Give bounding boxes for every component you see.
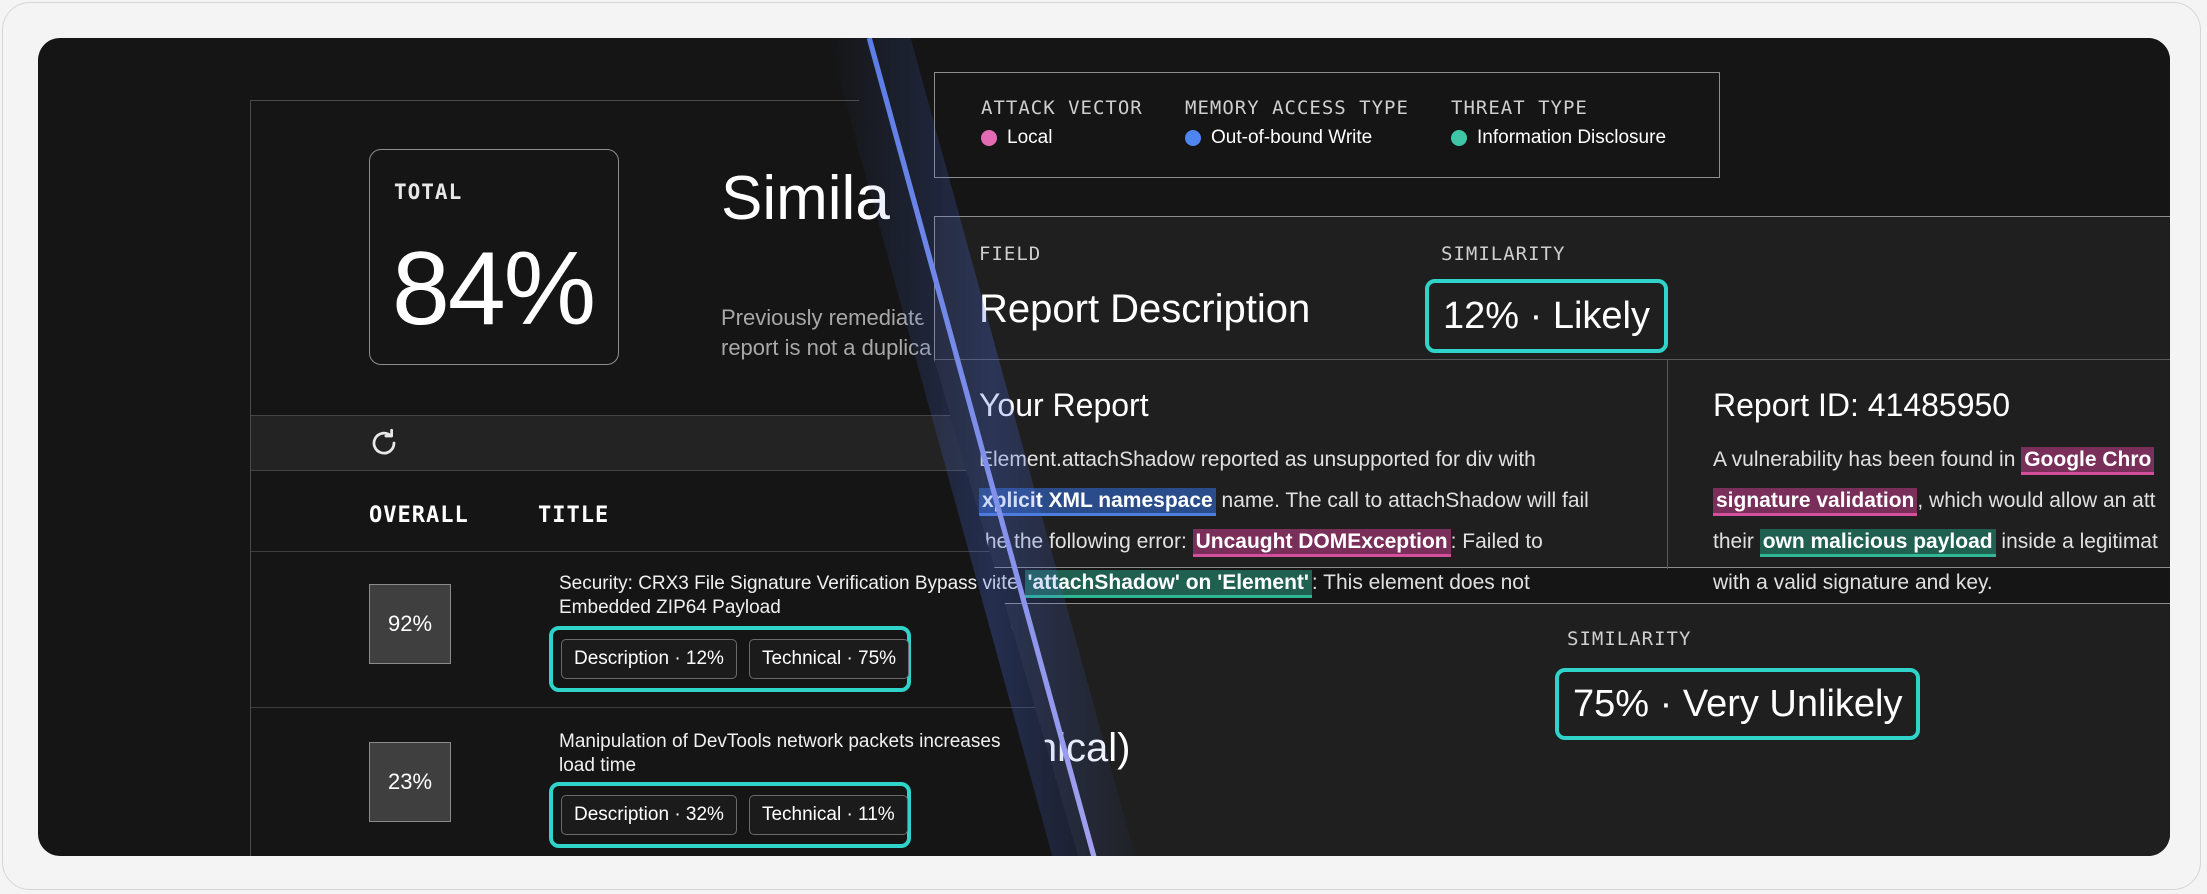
table-row[interactable]: 23% Manipulation of DevTools network pac… xyxy=(251,707,1091,856)
legend-value-text: Out-of-bound Write xyxy=(1211,127,1373,148)
legend-head: MEMORY ACCESS TYPE xyxy=(1185,97,1409,119)
report-description-comparison: FIELD SIMILARITY Report Description 12% … xyxy=(934,216,2170,635)
description-chip[interactable]: Description · 12% xyxy=(561,639,737,679)
blue-dot-icon xyxy=(1185,130,1201,146)
overall-score: 23% xyxy=(369,742,451,822)
technical-problem-comparison: SIMILARITY oblem (Technical) 75% · Very … xyxy=(841,603,2170,856)
technical-chip[interactable]: Technical · 75% xyxy=(748,639,910,679)
column-header-title[interactable]: TITLE xyxy=(538,503,609,528)
similarity-head: SIMILARITY xyxy=(1567,628,1692,650)
page-title: Similar xyxy=(721,164,911,233)
divider xyxy=(935,359,2170,360)
legend-memory-access-type: MEMORY ACCESS TYPE Out-of-bound Write xyxy=(1185,97,1409,149)
highlight-threat-type: 'attachShadow' on 'Element' xyxy=(1024,570,1312,598)
field-head: FIELD xyxy=(979,243,1042,265)
legend-head: THREAT TYPE xyxy=(1451,97,1588,119)
legend-attack-vector: ATTACK VECTOR Local xyxy=(981,97,1143,149)
column-header-overall[interactable]: OVERALL xyxy=(369,503,469,528)
report-text: the the following error: xyxy=(979,530,1193,553)
pink-dot-icon xyxy=(981,130,997,146)
field-name: Report Description xyxy=(979,287,1311,331)
total-value: 84% xyxy=(392,231,596,347)
report-text: name. The call to attachShadow will fail xyxy=(1215,489,1589,512)
report-text: their xyxy=(1713,530,1760,553)
legend-value: Information Disclosure xyxy=(1451,127,1666,149)
similarity-badge: 75% · Very Unlikely xyxy=(1555,668,1921,740)
app-window: TOTAL 84% Similar Previously remediated … xyxy=(38,38,2170,856)
highlight-attack-vector: Uncaught DOMException xyxy=(1192,529,1451,557)
similarity-badge: 12% · Likely xyxy=(1425,279,1668,353)
refresh-icon[interactable] xyxy=(369,428,399,458)
description-chip[interactable]: Description · 32% xyxy=(561,795,737,835)
table-row[interactable]: 92% Security: CRX3 File Signature Verifi… xyxy=(251,551,1091,708)
technical-chip[interactable]: Technical · 11% xyxy=(748,795,908,835)
row-title[interactable]: Security: CRX3 File Signature Verificati… xyxy=(559,572,1019,620)
similarity-head: SIMILARITY xyxy=(1441,243,1566,265)
report-text: : Failed to xyxy=(1450,530,1543,553)
highlight-attack-vector: signature validation xyxy=(1713,488,1918,516)
report-text: inside a legitimat xyxy=(1995,530,2158,553)
legend-value-text: Local xyxy=(1007,127,1053,148)
legend-value: Local xyxy=(981,127,1143,149)
row-title[interactable]: Manipulation of DevTools network packets… xyxy=(559,730,1019,778)
green-dot-icon xyxy=(1451,130,1467,146)
legend-value-text: Information Disclosure xyxy=(1477,127,1667,148)
column-divider xyxy=(1667,359,1668,569)
similarity-chips: Description · 12% Technical · 75% xyxy=(549,626,911,692)
legend-head: ATTACK VECTOR xyxy=(981,97,1143,119)
other-report-text: A vulnerability has been found in Google… xyxy=(1713,439,2170,603)
total-label: TOTAL xyxy=(394,180,463,204)
total-score-card: TOTAL 84% xyxy=(369,149,619,365)
similar-reports-panel: TOTAL 84% Similar Previously remediated … xyxy=(250,100,1091,856)
legend-value: Out-of-bound Write xyxy=(1185,127,1409,149)
similarity-chips: Description · 32% Technical · 11% xyxy=(549,782,911,848)
highlight-memory-access: xplicit XML namespace xyxy=(979,488,1216,516)
other-report-heading: Report ID: 41485950 xyxy=(1713,387,2011,423)
overall-score: 92% xyxy=(369,584,451,664)
report-text: A vulnerability has been found in xyxy=(1713,448,2022,471)
highlight-threat-type: own malicious payload xyxy=(1759,529,1996,557)
report-text: with a valid signature and key. xyxy=(1713,571,1993,594)
your-report-heading: Your Report xyxy=(979,387,1149,423)
report-attributes-legend: ATTACK VECTOR Local MEMORY ACCESS TYPE O… xyxy=(934,72,1720,178)
report-text: , which would allow an att xyxy=(1917,489,2156,512)
highlight-attack-vector: Google Chro xyxy=(2021,447,2155,475)
legend-threat-type: THREAT TYPE Information Disclosure xyxy=(1451,97,1666,149)
report-text: : This element does not xyxy=(1311,571,1530,594)
report-text: Element.attachShadow reported as unsuppo… xyxy=(979,448,1536,471)
